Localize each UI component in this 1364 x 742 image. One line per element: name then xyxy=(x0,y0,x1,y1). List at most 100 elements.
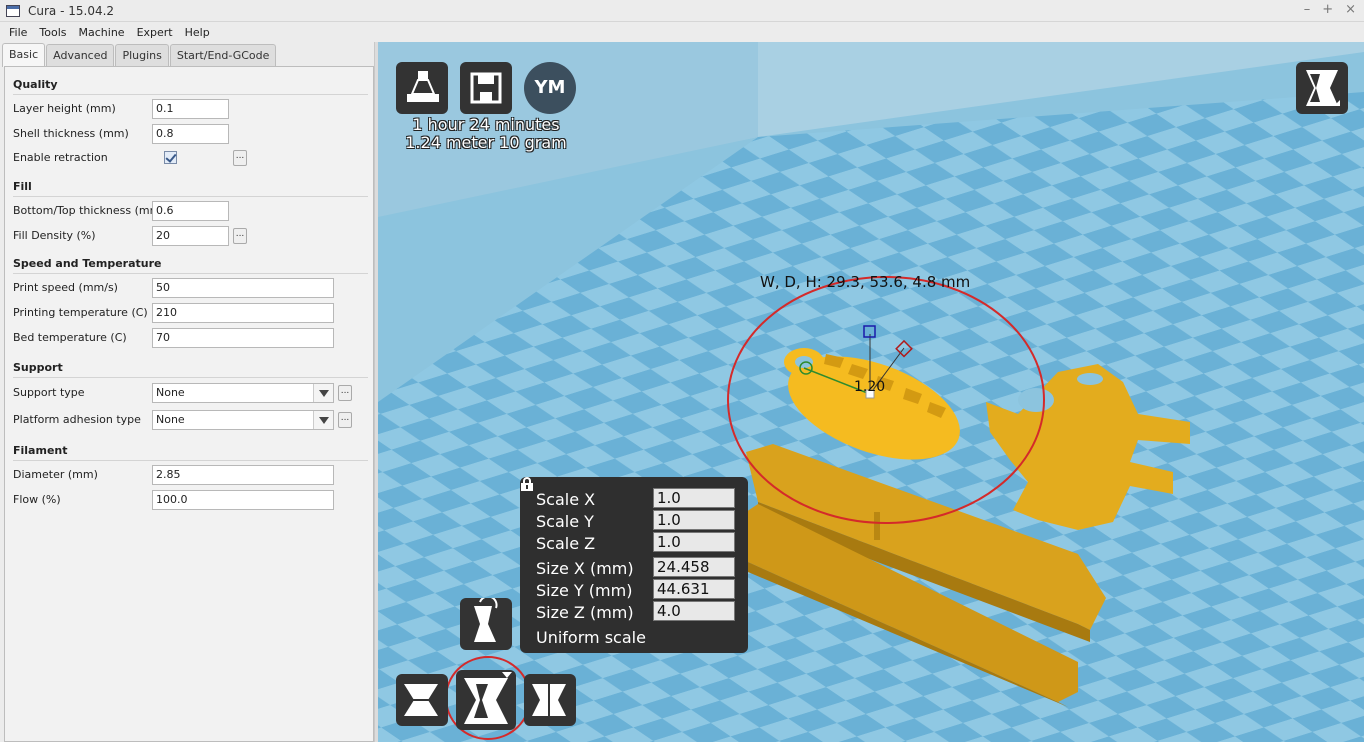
size-x-label: Size X (mm) xyxy=(536,559,634,578)
print-speed-label: Print speed (mm/s) xyxy=(13,281,118,294)
layer-height-input[interactable]: 0.1 xyxy=(152,99,229,119)
scale-y-label: Scale Y xyxy=(536,512,594,531)
support-type-label: Support type xyxy=(13,386,85,399)
tab-start-end-gcode[interactable]: Start/End-GCode xyxy=(169,44,277,66)
menu-bar: File Tools Machine Expert Help xyxy=(0,22,1364,42)
size-y-label: Size Y (mm) xyxy=(536,581,633,600)
section-support: Support xyxy=(13,361,63,374)
mirror-icon xyxy=(474,598,498,642)
rotate-tool-button[interactable] xyxy=(396,674,448,726)
size-z-input[interactable]: 4.0 xyxy=(653,601,735,621)
print-time: 1 hour 24 minutes xyxy=(412,115,560,134)
size-x-input[interactable]: 24.458 xyxy=(653,557,735,577)
rotate-icon xyxy=(404,684,438,716)
model-detail xyxy=(874,512,880,540)
scale-handle-value: 1.20 xyxy=(854,379,886,395)
close-icon[interactable]: × xyxy=(1345,2,1356,17)
chevron-down-icon xyxy=(313,411,333,429)
menu-machine[interactable]: Machine xyxy=(73,26,131,39)
lock-icon[interactable] xyxy=(520,477,534,491)
fill-density-input[interactable]: 20 xyxy=(152,226,229,246)
save-icon xyxy=(470,72,502,104)
settings-panel: Basic Advanced Plugins Start/End-GCode Q… xyxy=(0,42,378,742)
menu-tools[interactable]: Tools xyxy=(33,26,72,39)
mirror-axis-icon xyxy=(532,680,566,720)
model-dimensions: W, D, H: 29.3, 53.6, 4.8 mm xyxy=(760,273,971,291)
youmagine-button[interactable]: YM xyxy=(524,62,576,114)
load-model-button[interactable] xyxy=(396,62,448,114)
view-mode-button[interactable] xyxy=(1296,62,1348,114)
scale-x-input[interactable]: 1.0 xyxy=(653,488,735,508)
print-temp-input[interactable]: 210 xyxy=(152,303,334,323)
divider xyxy=(13,273,368,274)
scale-x-label: Scale X xyxy=(536,490,596,509)
size-y-input[interactable]: 44.631 xyxy=(653,579,735,599)
flow-label: Flow (%) xyxy=(13,493,61,506)
support-type-select[interactable]: None xyxy=(152,383,334,403)
adhesion-value: None xyxy=(156,413,185,426)
uniform-scale-label: Uniform scale xyxy=(536,628,646,647)
retraction-more-button[interactable]: ... xyxy=(233,150,247,166)
divider xyxy=(13,460,368,461)
scale-z-input[interactable]: 1.0 xyxy=(653,532,735,552)
scale-icon xyxy=(464,672,512,724)
section-fill: Fill xyxy=(13,180,32,193)
support-more-button[interactable]: ... xyxy=(338,385,352,401)
3d-viewport[interactable]: W, D, H: 29.3, 53.6, 4.8 mm 1.20 YM 1 ho… xyxy=(378,42,1364,742)
title-bar: Cura - 15.04.2 – + × xyxy=(0,0,1364,22)
layer-height-label: Layer height (mm) xyxy=(13,102,116,115)
section-filament: Filament xyxy=(13,444,68,457)
tab-advanced[interactable]: Advanced xyxy=(46,44,115,66)
model-key-hole xyxy=(1077,373,1103,385)
minimize-icon[interactable]: – xyxy=(1304,2,1311,17)
size-z-label: Size Z (mm) xyxy=(536,603,634,622)
shell-thickness-input[interactable]: 0.8 xyxy=(152,124,229,144)
model-key-hole-2 xyxy=(1018,388,1054,412)
load-icon xyxy=(407,71,439,102)
flow-input[interactable]: 100.0 xyxy=(152,490,334,510)
section-quality: Quality xyxy=(13,78,58,91)
adhesion-label: Platform adhesion type xyxy=(13,413,141,426)
retraction-checkbox[interactable] xyxy=(164,151,177,164)
print-temp-label: Printing temperature (C) xyxy=(13,306,148,319)
divider xyxy=(13,94,368,95)
fill-more-button[interactable]: ... xyxy=(233,228,247,244)
window-title: Cura - 15.04.2 xyxy=(28,3,115,18)
tab-basic[interactable]: Basic xyxy=(2,43,46,67)
maximize-icon[interactable]: + xyxy=(1322,2,1333,17)
menu-file[interactable]: File xyxy=(3,26,33,39)
view-mode-icon xyxy=(1306,70,1340,106)
save-gcode-button[interactable] xyxy=(460,62,512,114)
scale-panel: Scale X 1.0 Scale Y 1.0 Scale Z 1.0 Size… xyxy=(520,477,748,653)
diameter-label: Diameter (mm) xyxy=(13,468,98,481)
divider xyxy=(13,377,368,378)
app-icon xyxy=(6,4,20,17)
bottom-top-label: Bottom/Top thickness (mm) xyxy=(13,204,165,217)
fill-density-label: Fill Density (%) xyxy=(13,229,96,242)
ym-label: YM xyxy=(534,77,566,98)
basic-settings: Quality Layer height (mm) 0.1 Shell thic… xyxy=(4,66,374,742)
bed-temp-input[interactable]: 70 xyxy=(152,328,334,348)
adhesion-more-button[interactable]: ... xyxy=(338,412,352,428)
mirror-axis-button[interactable] xyxy=(524,674,576,726)
menu-expert[interactable]: Expert xyxy=(131,26,179,39)
menu-help[interactable]: Help xyxy=(179,26,216,39)
adhesion-select[interactable]: None xyxy=(152,410,334,430)
chevron-down-icon xyxy=(313,384,333,402)
support-type-value: None xyxy=(156,386,185,399)
print-estimate: 1 hour 24 minutes 1.24 meter 10 gram xyxy=(396,116,576,152)
scale-y-input[interactable]: 1.0 xyxy=(653,510,735,530)
retraction-label: Enable retraction xyxy=(13,151,108,164)
section-speed: Speed and Temperature xyxy=(13,257,162,270)
diameter-input[interactable]: 2.85 xyxy=(152,465,334,485)
print-usage: 1.24 meter 10 gram xyxy=(405,133,567,152)
scale-tool-button[interactable] xyxy=(456,670,516,730)
bed-temp-label: Bed temperature (C) xyxy=(13,331,127,344)
divider xyxy=(13,196,368,197)
mirror-tool-button[interactable] xyxy=(460,598,512,650)
bottom-top-input[interactable]: 0.6 xyxy=(152,201,229,221)
shell-thickness-label: Shell thickness (mm) xyxy=(13,127,129,140)
tab-plugins[interactable]: Plugins xyxy=(115,44,169,66)
scale-z-label: Scale Z xyxy=(536,534,596,553)
print-speed-input[interactable]: 50 xyxy=(152,278,334,298)
